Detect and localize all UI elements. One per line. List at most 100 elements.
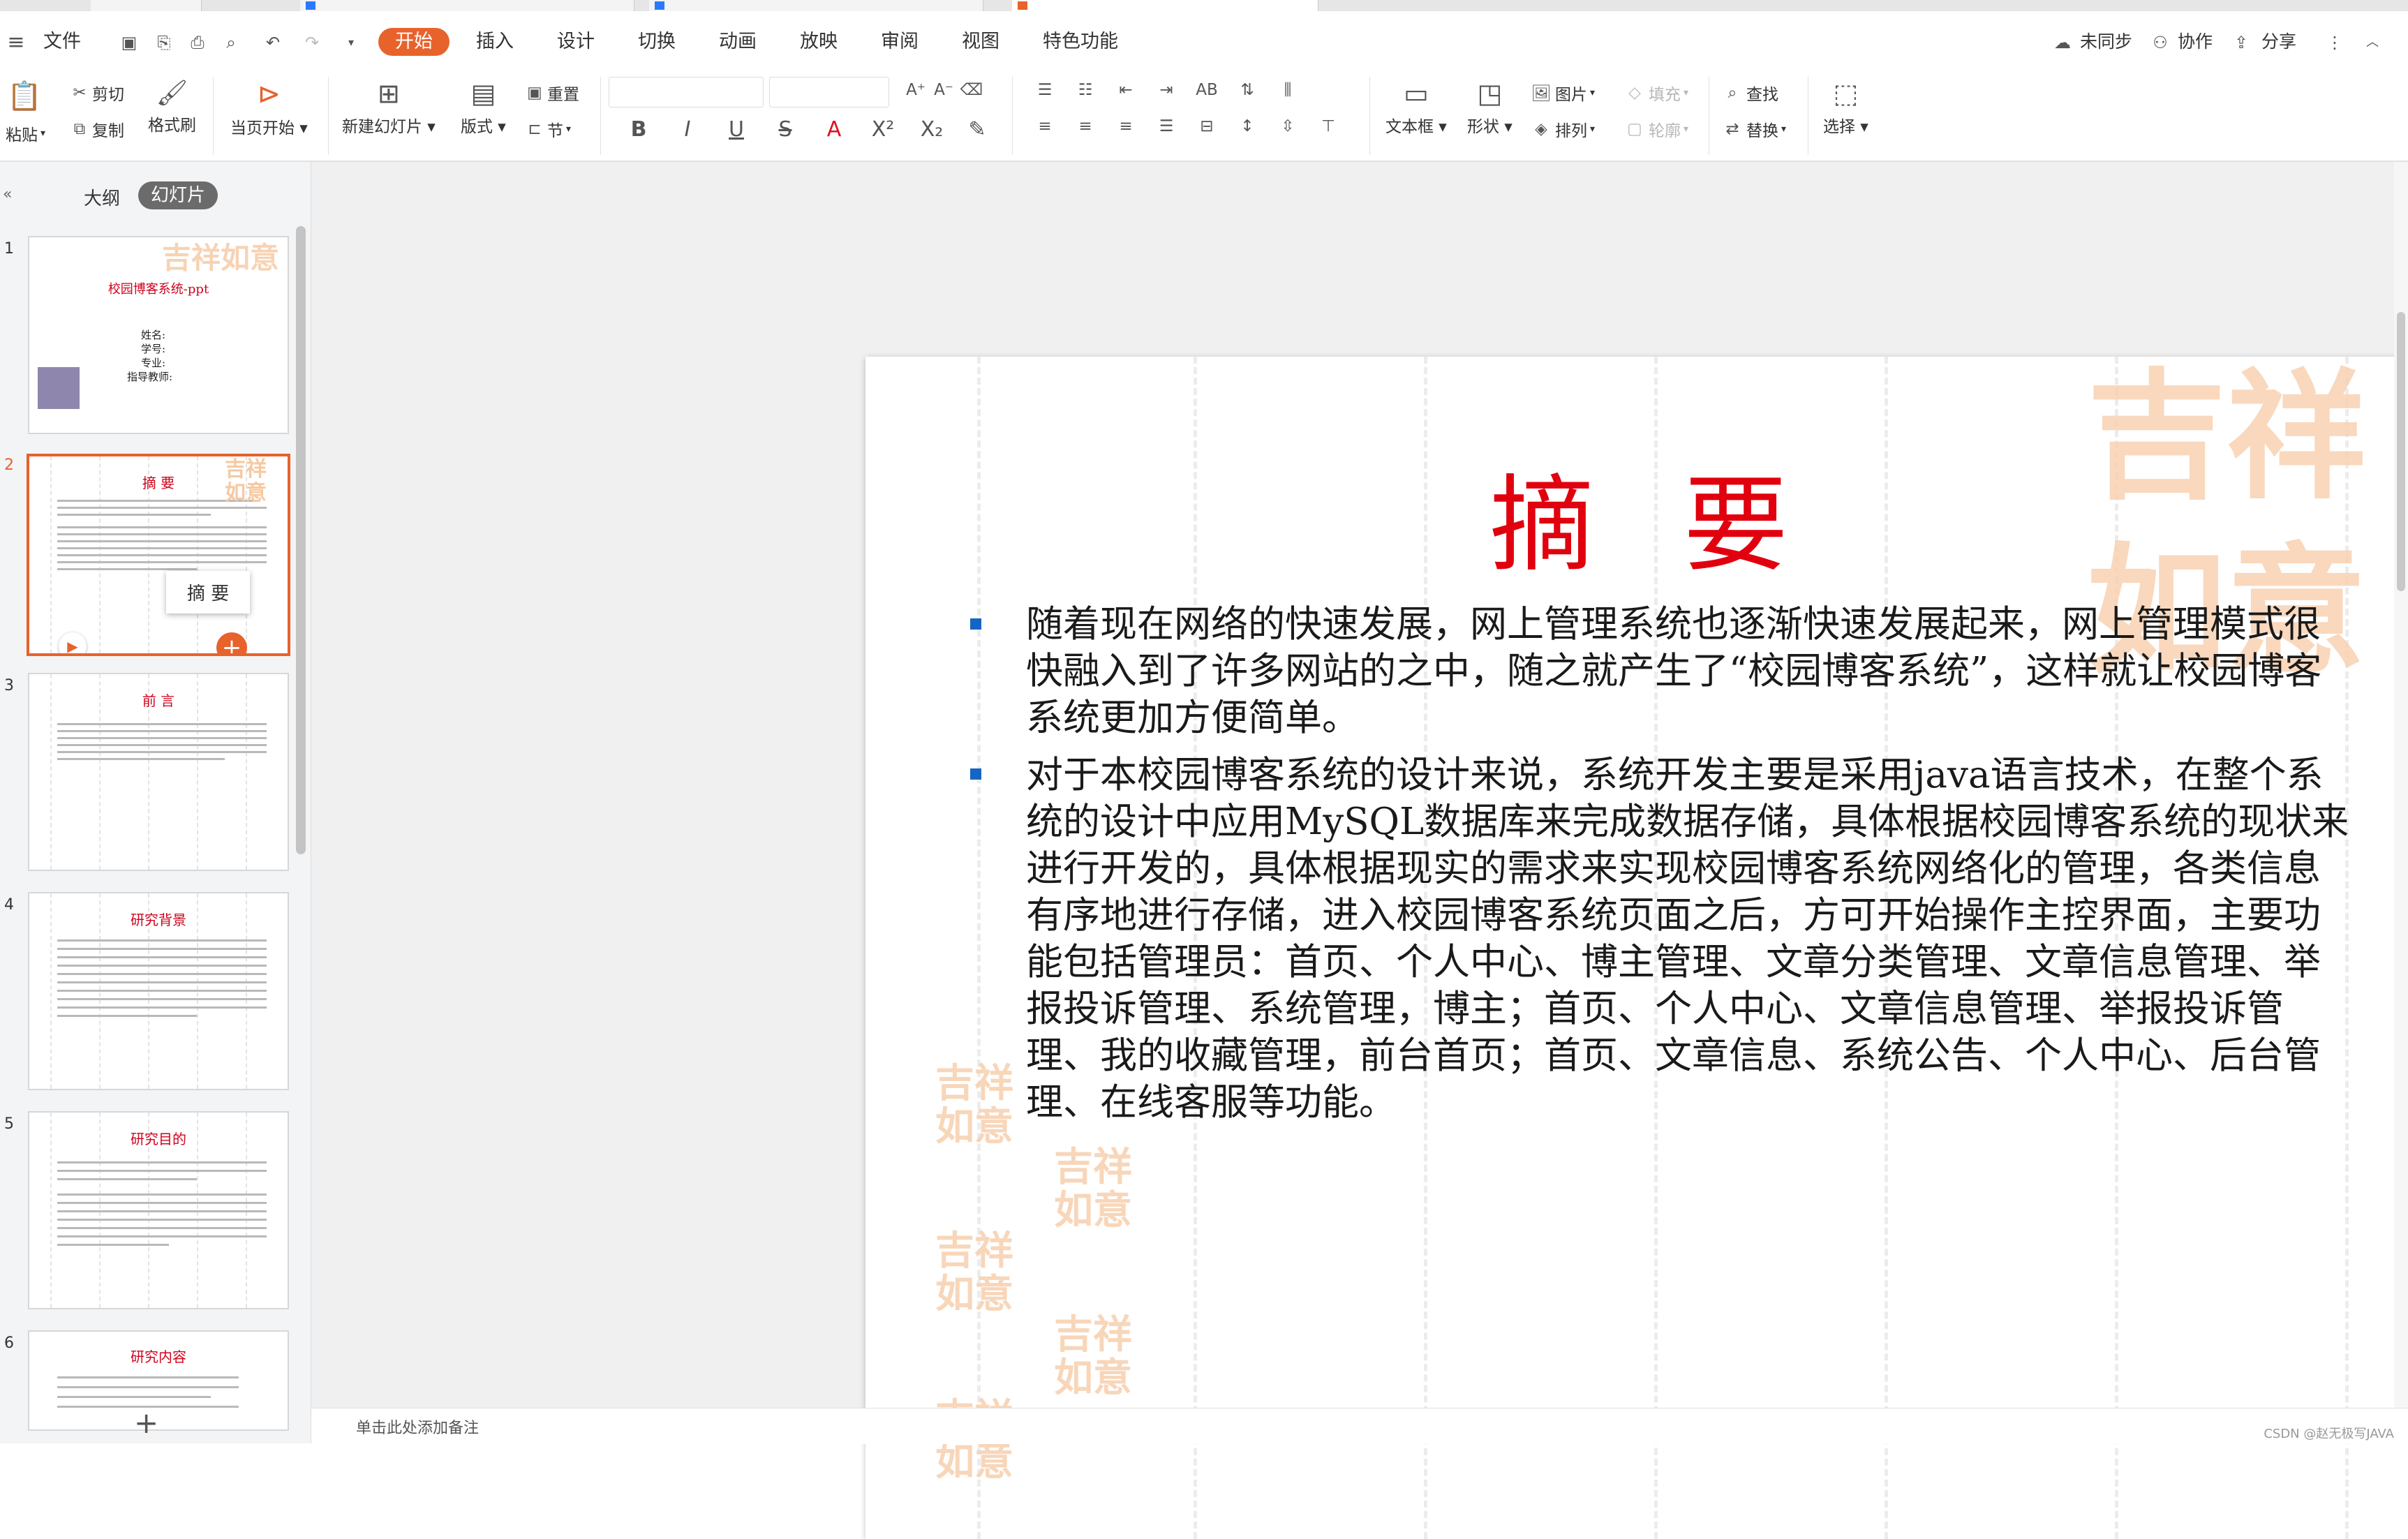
clear-format-icon[interactable]: ⌫	[958, 81, 986, 99]
tab-view[interactable]: 视图	[962, 28, 999, 56]
increase-font-icon[interactable]: A⁺	[902, 81, 930, 99]
slide-thumbnail-1[interactable]: 校园博客系统-ppt 姓名: 学号: 专业: 指导教师: 吉祥如意	[28, 236, 289, 434]
format-painter-button[interactable]: 🖌 格式刷	[148, 78, 196, 135]
font-color-icon[interactable]: A	[810, 117, 859, 142]
dropdown-arrow-icon: ▾	[1781, 124, 1787, 135]
tab-insert[interactable]: 插入	[476, 28, 514, 56]
increase-indent-icon[interactable]: ⇥	[1146, 81, 1187, 99]
justify-icon[interactable]: ☰	[1146, 117, 1187, 135]
redo-icon[interactable]: ↷	[302, 32, 322, 53]
play-slide-icon[interactable]: ▶	[59, 632, 87, 653]
more-icon[interactable]: ⋮	[2324, 32, 2345, 53]
tab-slides[interactable]: 幻灯片	[138, 181, 218, 209]
columns-icon[interactable]: ⫼	[1268, 81, 1308, 99]
notes-placeholder[interactable]: 单击此处添加备注	[356, 1415, 479, 1438]
tab-transition[interactable]: 切换	[638, 28, 676, 56]
copy-icon: ⧉	[73, 120, 86, 138]
panel-scrollbar[interactable]	[296, 226, 306, 854]
collapse-panel-icon[interactable]: «	[3, 186, 12, 203]
picture-button[interactable]: 🖼 图片 ▾	[1527, 81, 1595, 105]
slide-thumbnail-5[interactable]: 研究目的	[28, 1111, 289, 1309]
notes-area[interactable]: 单击此处添加备注 CSDN @赵无极写JAVA	[311, 1408, 2408, 1444]
collaborate-button[interactable]: 协作	[2178, 28, 2213, 56]
vertical-align-icon[interactable]: ⊤	[1308, 117, 1348, 135]
tab-home[interactable]: 开始	[378, 28, 449, 56]
slide-paragraph-2[interactable]: 对于本校园博客系统的设计来说，系统开发主要是采用java语言技术，在整个系统的设…	[1026, 752, 2352, 1126]
slide-title[interactable]: 摘 要	[865, 440, 2408, 592]
find-button[interactable]: ⌕ 查找	[1718, 81, 1778, 105]
sort-icon[interactable]: ⇅	[1227, 81, 1268, 99]
italic-icon[interactable]: I	[663, 117, 712, 142]
align-left-icon[interactable]: ≡	[1025, 117, 1065, 135]
bullet-list-icon[interactable]: ☰	[1025, 81, 1065, 99]
collapse-ribbon-icon[interactable]: ︿	[2362, 32, 2383, 53]
reset-button[interactable]: ▣ 重置	[522, 81, 579, 105]
superscript-icon[interactable]: X²	[859, 117, 907, 142]
browser-tab[interactable]	[300, 0, 634, 11]
tab-slideshow[interactable]: 放映	[800, 28, 838, 56]
browser-tab-active[interactable]	[1012, 0, 1318, 11]
print-preview-icon[interactable]: ⌕	[221, 32, 241, 53]
quick-access-dropdown-icon[interactable]: ▾	[341, 32, 362, 53]
slide-editing-area: 吉祥如意 吉祥如意 吉祥如意 吉祥如意 吉祥如意 吉祥如意 摘 要 随着现在网络…	[311, 162, 2408, 1539]
underline-icon[interactable]: U	[712, 117, 761, 142]
play-current-button[interactable]: ⊳ 当页开始 ▾	[230, 78, 308, 138]
distribute-icon[interactable]: ⊟	[1187, 117, 1227, 135]
browser-tab[interactable]	[649, 0, 983, 11]
decrease-font-icon[interactable]: A⁻	[930, 81, 958, 99]
subscript-icon[interactable]: X₂	[907, 117, 956, 142]
print-icon[interactable]: ⎙	[187, 32, 208, 53]
decrease-indent-icon[interactable]: ⇤	[1106, 81, 1146, 99]
shape-button[interactable]: ◳ 形状 ▾	[1467, 78, 1513, 137]
outline-button[interactable]: ▢ 轮廓 ▾	[1621, 117, 1688, 141]
thumb-line: 指导教师:	[127, 371, 173, 383]
align-center-icon[interactable]: ≡	[1065, 117, 1106, 135]
fill-button[interactable]: ◇ 填充 ▾	[1621, 81, 1688, 105]
slide-thumbnail-3[interactable]: 前 言	[28, 673, 289, 871]
browser-tab[interactable]	[91, 0, 202, 11]
arrange-button[interactable]: ◈ 排列 ▾	[1527, 117, 1595, 141]
tab-special-features[interactable]: 特色功能	[1043, 28, 1118, 56]
thumb-title: 校园博客系统-ppt	[107, 282, 209, 297]
select-button[interactable]: ⬚ 选择 ▾	[1823, 78, 1868, 137]
font-family-select[interactable]	[609, 77, 764, 107]
layout-button[interactable]: ▤ 版式 ▾	[461, 78, 506, 137]
slide-thumbnail-2[interactable]: 摘 要 吉祥如意 摘 要 ▶ +	[27, 454, 290, 656]
strikethrough-icon[interactable]: S	[761, 117, 810, 142]
save-icon[interactable]: ▣	[119, 32, 140, 53]
hamburger-menu-icon[interactable]: ≡	[6, 32, 27, 53]
tab-design[interactable]: 设计	[557, 28, 595, 56]
paste-label[interactable]: 粘贴 ▾	[6, 121, 45, 145]
tab-outline[interactable]: 大纲	[84, 184, 120, 210]
section-button[interactable]: ⊏ 节 ▾	[522, 117, 571, 141]
undo-icon[interactable]: ↶	[262, 32, 283, 53]
new-slide-button[interactable]: ⊞ 新建幻灯片 ▾	[342, 78, 436, 137]
thumb-text-line	[57, 514, 211, 516]
line-spacing-icon[interactable]: ↕	[1227, 117, 1268, 135]
paste-button[interactable]: 📋	[7, 80, 42, 112]
export-pdf-icon[interactable]: ⎘	[154, 32, 174, 53]
menu-file[interactable]: 文件	[43, 28, 81, 56]
align-right-icon[interactable]: ≡	[1106, 117, 1146, 135]
font-size-select[interactable]	[769, 77, 889, 107]
scrollbar-thumb[interactable]	[2397, 312, 2405, 591]
replace-button[interactable]: ⇄ 替换 ▾	[1718, 117, 1786, 141]
add-slide-icon[interactable]: +	[216, 632, 247, 653]
add-slide-button[interactable]: +	[134, 1406, 158, 1440]
paragraph-spacing-icon[interactable]: ⇳	[1268, 117, 1308, 135]
cut-button[interactable]: ✂ 剪切	[67, 81, 124, 105]
highlight-icon[interactable]: ✎	[956, 117, 998, 142]
tab-review[interactable]: 审阅	[881, 28, 919, 56]
slide-thumbnail-4[interactable]: 研究背景	[28, 892, 289, 1090]
bold-icon[interactable]: B	[614, 117, 663, 142]
slide-paragraph-1[interactable]: 随着现在网络的快速发展，网上管理系统也逐渐快速发展起来，网上管理模式很快融入到了…	[1026, 601, 2352, 741]
sync-status[interactable]: 未同步	[2080, 28, 2132, 56]
numbered-list-icon[interactable]: ☷	[1065, 81, 1106, 99]
vertical-scrollbar[interactable]	[2394, 162, 2408, 1408]
share-button[interactable]: 分享	[2261, 28, 2296, 56]
tab-animation[interactable]: 动画	[719, 28, 757, 56]
current-slide[interactable]: 吉祥如意 吉祥如意 吉祥如意 吉祥如意 吉祥如意 吉祥如意 摘 要 随着现在网络…	[865, 357, 2408, 1539]
text-direction-icon[interactable]: AB	[1187, 81, 1227, 99]
text-box-button[interactable]: ▭ 文本框 ▾	[1385, 78, 1447, 137]
copy-button[interactable]: ⧉ 复制	[67, 117, 124, 141]
